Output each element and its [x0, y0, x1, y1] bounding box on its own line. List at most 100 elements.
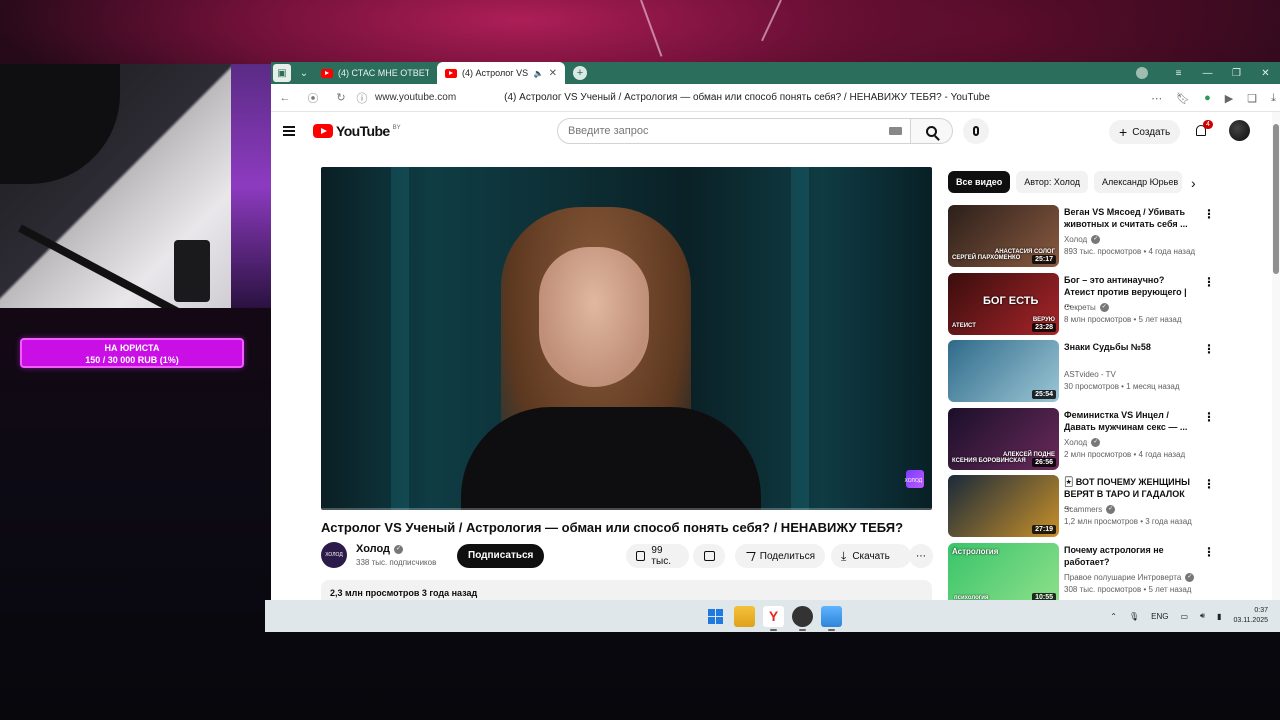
subscribe-button[interactable]: Подписаться [457, 544, 545, 568]
restore-icon[interactable]: ❐ [1222, 68, 1251, 79]
notifications-button[interactable]: 4 [1193, 120, 1213, 140]
more-vert-icon[interactable]: ⋮ [1203, 207, 1215, 221]
recommendation-item[interactable]: 27:19 🃏 ВОТ ПОЧЕМУ ЖЕНЩИНЫ ВЕРЯТ В ТАРО И… [948, 475, 1218, 543]
view-count-date: 2,3 млн просмотров 3 года назад [330, 588, 478, 598]
recommendation-item[interactable]: Астрология психология 10:55 Почему астролог… [948, 542, 1218, 600]
recommendation-channel[interactable]: Scammers ✓ [1064, 505, 1116, 515]
collections-icon[interactable]: ❏ [1247, 92, 1257, 105]
verified-icon: ✓ [1091, 437, 1101, 447]
clock[interactable]: 0:37 03.11.2025 [1233, 606, 1268, 626]
recommendation-channel[interactable]: Правое полушарие Интроверта ✓ [1064, 573, 1195, 582]
download-button[interactable]: ⤓ Скачать [831, 544, 911, 568]
video-thumbnail[interactable]: 27:19 [948, 475, 1059, 537]
video-progress-bar[interactable] [321, 508, 932, 510]
file-explorer-icon[interactable] [734, 606, 755, 627]
speaker-icon[interactable]: 🔈 [534, 69, 544, 78]
search-icon [926, 125, 937, 137]
scrollbar-thumb[interactable] [1273, 124, 1279, 274]
profile-icon[interactable] [1136, 67, 1148, 79]
channel-name-text: Холод [356, 543, 391, 555]
volume-icon[interactable]: 🔊︎ [1200, 611, 1205, 621]
clock-date: 03.11.2025 [1233, 617, 1268, 624]
microphone-icon[interactable]: 🎙︎ [1129, 612, 1139, 621]
recommendation-title[interactable]: Веган VS Мясоед / Убивать животных и счи… [1064, 206, 1194, 230]
more-vert-icon[interactable]: ⋮ [1203, 410, 1215, 424]
back-icon[interactable]: ← [271, 92, 299, 104]
recommendation-item[interactable]: КСЕНИЯ БОРОВИНСКАЯ АЛЕКСЕЙ ПОДНЕ 26:56 Феми… [948, 407, 1218, 476]
protect-icon[interactable]: ⦿ [299, 90, 327, 106]
recommendation-channel[interactable]: Холод ✓ [1064, 235, 1101, 245]
new-tab-icon[interactable]: + [573, 66, 587, 80]
window-controls: ≡ — ❐ ✕ [1136, 62, 1280, 84]
downloads-icon[interactable]: ⤓ [1271, 92, 1276, 105]
sidebar-toggle-icon[interactable]: ▣ [273, 64, 291, 82]
menu-icon[interactable]: ≡ [1164, 68, 1193, 79]
create-button[interactable]: + Создать [1109, 120, 1181, 144]
description-box[interactable]: 2,3 млн просмотров 3 года назад [321, 580, 932, 600]
site-info-icon[interactable]: ⓘ [355, 90, 369, 106]
cast-icon[interactable]: ▶ [1225, 92, 1233, 105]
close-window-icon[interactable]: ✕ [1251, 68, 1280, 79]
url-text[interactable]: www.youtube.com [375, 92, 456, 103]
recommendation-channel[interactable]: ASTvideo - TV [1064, 370, 1116, 379]
tab-astrolog[interactable]: (4) Астролог VS Учен 🔈 ✕ [437, 62, 565, 84]
reload-icon[interactable]: ↻ [327, 91, 355, 104]
minimize-icon[interactable]: — [1193, 68, 1222, 79]
battery-icon[interactable]: ▮ [1217, 612, 1221, 621]
video-thumbnail[interactable]: 25:54 [948, 340, 1059, 402]
chip-topic[interactable]: Александр Юрьев [1094, 171, 1183, 193]
voice-search-button[interactable] [963, 118, 989, 144]
windows-start-icon[interactable] [705, 606, 726, 627]
notepad-icon[interactable] [821, 606, 842, 631]
chip-author[interactable]: Автор: Холод [1016, 171, 1089, 193]
recommendation-channel[interactable]: Холод ✓ [1064, 437, 1101, 447]
channel-name[interactable]: Холод ✓ [356, 543, 404, 555]
recommendations-list: СЕРГЕЙ ПАРХОМЕНКО АНАСТАСИЯ СОЛОГ 25:17 Вег… [948, 205, 1218, 600]
guide-menu-icon[interactable] [283, 126, 295, 136]
recommendation-item[interactable]: СЕРГЕЙ ПАРХОМЕНКО АНАСТАСИЯ СОЛОГ 25:17 Вег… [948, 205, 1218, 273]
chevron-right-icon[interactable]: › [1191, 175, 1196, 191]
search-input[interactable]: Введите запрос [557, 118, 911, 144]
more-icon[interactable]: ⋯ [1151, 92, 1162, 105]
chip-all[interactable]: Все видео [948, 171, 1011, 193]
channel-avatar[interactable]: ХОЛОД [321, 542, 347, 568]
tab-stas[interactable]: (4) СТАС МНЕ ОТВЕТИЛ [313, 62, 437, 84]
like-button[interactable]: 99 тыс. [626, 544, 689, 568]
recommendation-channel[interactable]: Секреты ✓ [1064, 303, 1109, 312]
tabs-menu-chevron-icon[interactable]: ⌄ [295, 64, 313, 82]
recommendation-title[interactable]: Почему астрология не работает? [1064, 544, 1194, 568]
search-button[interactable] [911, 118, 953, 144]
keyboard-icon[interactable] [889, 127, 902, 135]
verified-icon: ✓ [1099, 302, 1109, 312]
video-thumbnail[interactable]: КСЕНИЯ БОРОВИНСКАЯ АЛЕКСЕЙ ПОДНЕ 26:56 [948, 407, 1059, 470]
bookmark-icon[interactable]: 🔖︎ [1176, 92, 1190, 105]
close-tab-icon[interactable]: ✕ [549, 68, 557, 79]
more-actions-button[interactable]: ⋯ [909, 544, 933, 568]
video-thumbnail[interactable]: АТЕИСТ БОГ ЕСТЬ ВЕРУЮ 23:28 [948, 272, 1059, 335]
share-icon [743, 551, 756, 561]
video-thumbnail[interactable]: СЕРГЕЙ ПАРХОМЕНКО АНАСТАСИЯ СОЛОГ 25:17 [948, 205, 1059, 267]
language-indicator[interactable]: ENG [1151, 612, 1168, 621]
recommendation-item[interactable]: АТЕИСТ БОГ ЕСТЬ ВЕРУЮ 23:28 Бог – это антина… [948, 272, 1218, 341]
video-thumbnail[interactable]: Астрология психология 10:55 [948, 542, 1059, 600]
more-vert-icon[interactable]: ⋮ [1203, 275, 1215, 289]
dislike-button[interactable] [693, 544, 725, 568]
network-icon[interactable]: ▭ [1180, 612, 1188, 621]
obs-icon[interactable] [792, 606, 813, 631]
recommendation-item[interactable]: 25:54 Знаки Судьбы №58 ASTvideo - TV 30 про… [948, 340, 1218, 408]
more-vert-icon[interactable]: ⋮ [1203, 342, 1215, 356]
recommendation-title[interactable]: Знаки Судьбы №58 [1064, 341, 1194, 353]
video-player[interactable]: ХОЛОД [321, 167, 932, 510]
avatar[interactable] [1229, 120, 1250, 141]
video-duration: 10:55 [1032, 592, 1056, 600]
yandex-browser-icon[interactable]: Y [763, 606, 784, 631]
tab-title: (4) СТАС МНЕ ОТВЕТИЛ [338, 68, 429, 78]
more-vert-icon[interactable]: ⋮ [1203, 477, 1215, 491]
share-button[interactable]: Поделиться [735, 544, 825, 568]
youtube-logo[interactable]: YouTube BY [313, 123, 401, 139]
chevron-up-icon[interactable]: ⌃ [1110, 612, 1117, 621]
more-vert-icon[interactable]: ⋮ [1203, 545, 1215, 559]
recommendation-title[interactable]: Феминистка VS Инцел / Давать мужчинам се… [1064, 409, 1194, 433]
extension-icon[interactable]: ● [1204, 92, 1211, 104]
taskbar-apps: Y [705, 606, 842, 631]
